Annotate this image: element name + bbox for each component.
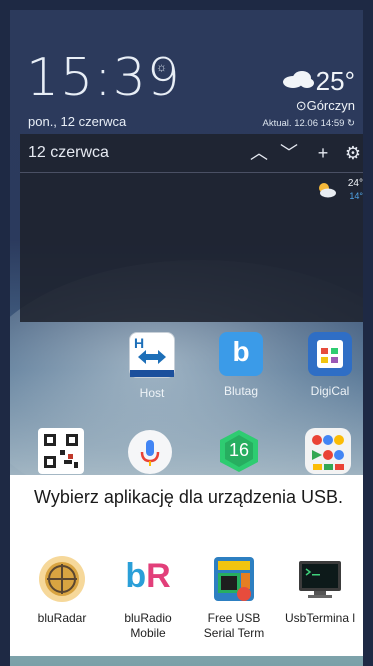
calendar-weather-high: 24°: [347, 178, 363, 189]
app-blutag-label: Blutag: [223, 384, 259, 398]
option-bluradar-label: bluRadar: [37, 611, 87, 625]
partly-cloudy-icon: [319, 183, 336, 198]
option-bluradio-mobile-label: bluRadio Mobile: [124, 611, 172, 640]
badge-number: 16: [228, 440, 250, 460]
app-blutag[interactable]: b Blutag: [210, 332, 272, 398]
terminal-monitor-icon: [296, 555, 344, 603]
weather-city[interactable]: ⊙Górczyn: [296, 98, 355, 114]
voice-search-app[interactable]: [128, 430, 172, 474]
qr-code-icon: [44, 434, 78, 468]
app-digical-label: DigiCal: [310, 384, 350, 398]
option-bluradio-mobile[interactable]: bR bluRadio Mobile: [108, 555, 188, 641]
chevron-up-icon[interactable]: ︿: [248, 142, 270, 164]
teamviewer-host-icon: H: [129, 332, 175, 378]
radar-icon: [38, 555, 86, 603]
option-usbterminal[interactable]: UsbTermina l: [280, 555, 360, 626]
option-free-usb-serial-term[interactable]: Free USB Serial Term: [194, 555, 274, 641]
app-host[interactable]: H Host: [121, 332, 183, 400]
bluradio-icon: bR: [125, 557, 171, 595]
dialog-title: Wybierz aplikację dla urządzenia USB.: [34, 487, 343, 507]
clock-date: pon., 12 czerwca: [28, 114, 127, 129]
sun-icon: ☼: [156, 60, 167, 74]
blutag-icon: b: [219, 332, 263, 376]
calendar-icon: [308, 332, 352, 376]
refresh-icon: ↻: [347, 118, 355, 129]
app-host-label: Host: [139, 386, 165, 400]
cloud-icon: [283, 71, 314, 88]
qr-scanner-app[interactable]: [38, 428, 84, 474]
add-icon[interactable]: +: [312, 142, 334, 164]
weather-city-label: Górczyn: [306, 98, 355, 113]
location-pin-icon: ⊙: [295, 98, 307, 113]
option-usbterminal-label: UsbTermina l: [284, 611, 356, 625]
calendar-weather-low: 14°: [349, 191, 363, 201]
weather-updated[interactable]: Aktual. 12.06 14:59 ↻: [263, 118, 355, 129]
google-apps-folder[interactable]: [305, 428, 351, 474]
calendar-header: 12 czerwca ︿ ﹀ + ⚙: [20, 134, 363, 173]
apps-folder-icon: [312, 435, 344, 470]
usb-serial-icon: [210, 555, 258, 603]
weather-updated-label: Aktual. 12.06 14:59: [262, 118, 345, 129]
weather-temperature[interactable]: 25°: [316, 66, 355, 97]
badge-app[interactable]: 16: [216, 428, 262, 474]
option-bluradar[interactable]: bluRadar: [22, 555, 102, 626]
calendar-widget[interactable]: 12 czerwca ︿ ﹀ + ⚙ 24° 14°: [20, 134, 363, 322]
microphone-icon: [140, 440, 160, 466]
chevron-down-icon[interactable]: ﹀: [278, 142, 300, 164]
option-free-usb-serial-term-label: Free USB Serial Term: [203, 611, 265, 640]
gear-icon[interactable]: ⚙: [342, 142, 363, 164]
calendar-title: 12 czerwca: [28, 144, 109, 161]
usb-app-chooser-dialog: Wybierz aplikację dla urządzenia USB. bl…: [10, 475, 363, 656]
app-digical[interactable]: DigiCal: [299, 332, 361, 398]
